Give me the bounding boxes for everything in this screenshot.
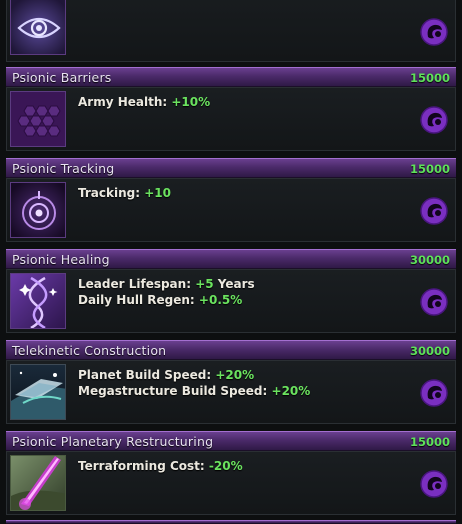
entry-header: Telekinetic Construction 30000	[6, 340, 456, 360]
entry-title: Telekinetic Construction	[12, 343, 167, 358]
psionic-origin-icon[interactable]	[419, 17, 449, 47]
eye-icon	[10, 0, 66, 55]
effect-line: Megastructure Build Speed: +20%	[78, 384, 311, 398]
psionic-origin-icon[interactable]	[419, 105, 449, 135]
entry-header	[6, 520, 456, 524]
entry-body: Tracking: +10	[6, 178, 456, 242]
entry-title: Psionic Barriers	[12, 70, 112, 85]
entry-header: Psionic Planetary Restructuring 15000	[6, 431, 456, 451]
entry-effects: Tracking: +10	[78, 185, 171, 201]
entry-title: Psionic Planetary Restructuring	[12, 434, 214, 449]
tracking-orb-icon	[10, 182, 66, 238]
entry-cost: 15000	[409, 435, 450, 449]
entry-cost: 15000	[409, 162, 450, 176]
entry-body: Leader Lifespan: +5 Years Daily Hull Reg…	[6, 269, 456, 333]
effect-line: Daily Hull Regen: +0.5%	[78, 293, 243, 307]
entry-title: Psionic Healing	[12, 252, 110, 267]
dna-sparkle-icon	[10, 273, 66, 329]
entry-header: Psionic Healing 30000	[6, 249, 456, 269]
psionic-origin-icon[interactable]	[419, 469, 449, 499]
space-construction-icon	[10, 364, 66, 420]
entry-effects: Army Health: +10%	[78, 94, 210, 110]
hex-shield-icon	[10, 91, 66, 147]
entry-cost: 30000	[409, 253, 450, 267]
entry-cost: 30000	[409, 344, 450, 358]
entry-body: Planet Build Speed: +20% Megastructure B…	[6, 360, 456, 424]
entry-body: Army Health: +10%	[6, 87, 456, 151]
entry-title: Psionic Tracking	[12, 161, 115, 176]
effect-line: Terraforming Cost: -20%	[78, 459, 243, 473]
entry-body	[6, 0, 456, 62]
entry-header: Psionic Tracking 15000	[6, 158, 456, 178]
effect-line: Army Health: +10%	[78, 95, 211, 109]
psionic-origin-icon[interactable]	[419, 196, 449, 226]
psionic-origin-icon[interactable]	[419, 378, 449, 408]
effect-line: Leader Lifespan: +5 Years	[78, 277, 255, 291]
entry-effects: Terraforming Cost: -20%	[78, 458, 243, 474]
terraform-beam-icon	[10, 455, 66, 511]
effect-line: Planet Build Speed: +20%	[78, 368, 255, 382]
entry-effects: Leader Lifespan: +5 Years Daily Hull Reg…	[78, 276, 255, 308]
entry-body: Terraforming Cost: -20%	[6, 451, 456, 515]
effect-line: Tracking: +10	[78, 186, 171, 200]
entry-effects: Planet Build Speed: +20% Megastructure B…	[78, 367, 310, 399]
psionic-origin-icon[interactable]	[419, 287, 449, 317]
entry-cost: 15000	[409, 71, 450, 85]
entry-header: Psionic Barriers 15000	[6, 67, 456, 87]
